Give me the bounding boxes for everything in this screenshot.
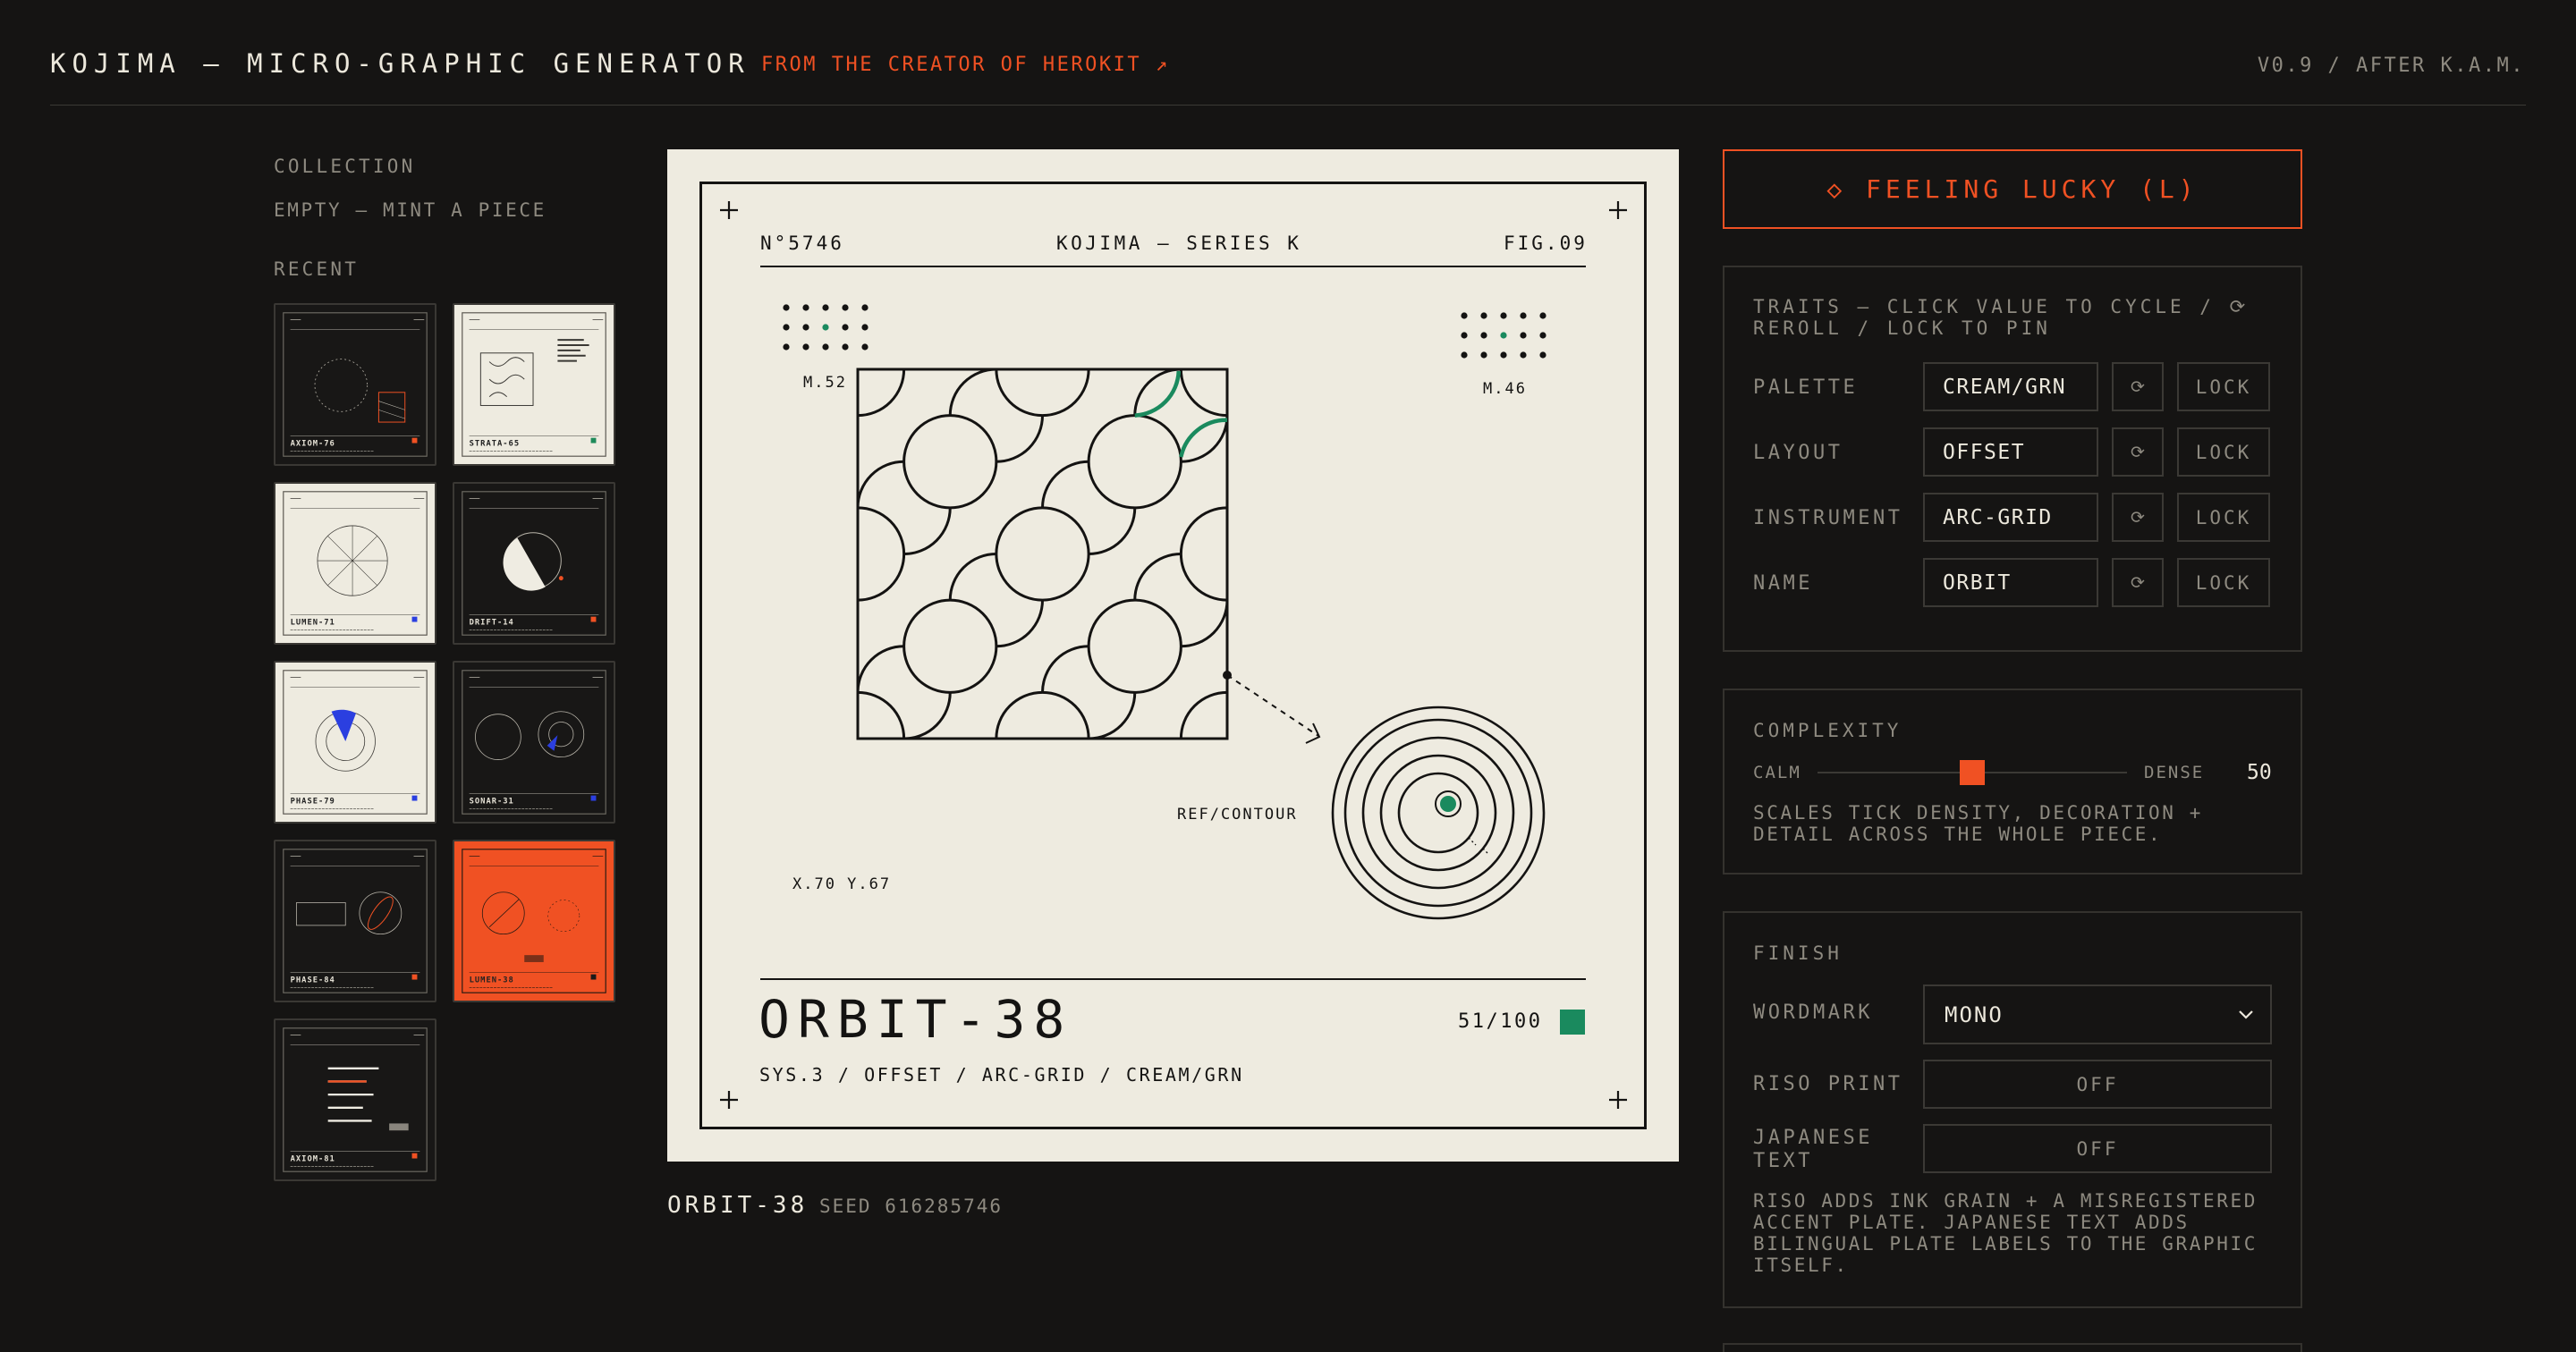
reroll-button-instrument[interactable]: ⟳ [2112,493,2164,542]
reroll-icon: ⟳ [2131,376,2145,397]
japanese-label-line1: JAPANESE [1753,1127,1873,1149]
lock-button-palette[interactable]: LOCK [2177,362,2270,411]
trait-label-instrument: INSTRUMENT [1753,507,1903,529]
complexity-heading: COMPLEXITY [1753,720,1902,741]
poster-spec: SYS.3 / OFFSET / ARC-GRID / CREAM/GRN [759,1064,1244,1086]
lock-button-instrument[interactable]: LOCK [2177,493,2270,542]
trait-label-palette: PALETTE [1753,376,1859,399]
reroll-button-name[interactable]: ⟳ [2112,558,2164,607]
finish-heading: FINISH [1753,942,1843,964]
recent-thumb[interactable]: LUMEN-71 [274,482,436,645]
version-label: V0.9 / AFTER K.A.M. [2257,55,2525,77]
japanese-label: JAPANESE TEXT [1753,1127,1873,1173]
marker-left-label: M.52 [803,374,847,392]
feeling-lucky-button[interactable]: ◇ FEELING LUCKY (L) [1723,149,2302,229]
complexity-panel: COMPLEXITY CALM DENSE 50 SCALES TICK DEN… [1723,689,2302,875]
traits-heading: TRAITS — CLICK VALUE TO CYCLE / ⟳ REROLL… [1753,296,2250,339]
thumb-name: LUMEN-71 [291,618,335,627]
reroll-icon: ⟳ [2131,507,2145,528]
wordmark-label: WORDMARK [1753,1001,1873,1024]
reroll-button-palette[interactable]: ⟳ [2112,362,2164,411]
recent-heading: RECENT [274,258,360,280]
trait-label-layout: LAYOUT [1753,442,1843,464]
thumb-name: AXIOM-81 [291,1154,335,1163]
caption-seed: SEED 616285746 [819,1196,1004,1217]
complexity-value: 50 [2247,761,2272,784]
thumb-artwork: STRATA-65 [462,312,606,457]
lock-button-layout[interactable]: LOCK [2177,427,2270,477]
thumb-name: AXIOM-76 [291,439,335,448]
thumb-name: DRIFT-14 [470,618,514,627]
ref-contour-label: REF/CONTOUR [1177,806,1298,824]
creator-link[interactable]: FROM THE CREATOR OF HEROKIT ↗ [761,54,1170,76]
app-title: KOJIMA — MICRO-GRAPHIC GENERATOR [50,48,750,79]
reroll-button-layout[interactable]: ⟳ [2112,427,2164,477]
thumb-name: PHASE-79 [291,797,335,806]
wordmark-select[interactable]: MONO [1923,984,2272,1044]
reroll-icon: ⟳ [2131,572,2145,593]
recent-thumb[interactable]: PHASE-79 [274,661,436,824]
header-divider [50,105,2526,106]
trait-value-palette[interactable]: CREAM/GRN [1923,362,2098,411]
poster-canvas: N°5746 KOJIMA — SERIES K FIG.09 M.52 M.4… [667,149,1679,1162]
japanese-toggle[interactable]: OFF [1923,1124,2272,1173]
thumb-artwork: AXIOM-76 [283,312,428,457]
chevron-down-icon [2239,1010,2253,1019]
thumb-name: LUMEN-38 [470,976,514,984]
traits-panel: TRAITS — CLICK VALUE TO CYCLE / ⟳ REROLL… [1723,266,2302,652]
trait-value-instrument[interactable]: ARC-GRID [1923,493,2098,542]
recent-thumb[interactable]: STRATA-65 [453,303,615,466]
trait-value-name[interactable]: ORBIT [1923,558,2098,607]
recent-thumb[interactable]: SONAR-31 [453,661,615,824]
riso-toggle[interactable]: OFF [1923,1060,2272,1109]
coords-label: X.70 Y.67 [792,875,892,893]
japanese-label-line2: TEXT [1753,1150,1813,1172]
reroll-icon: ⟳ [2131,442,2145,462]
trait-label-name: NAME [1753,572,1813,595]
collection-empty-text: EMPTY — MINT A PIECE [274,199,547,221]
thumb-artwork: PHASE-84 [283,849,428,993]
thumb-name: SONAR-31 [470,797,514,806]
recent-thumb[interactable]: DRIFT-14 [453,482,615,645]
slider-max-label: DENSE [2144,763,2205,782]
complexity-note: SCALES TICK DENSITY, DECORATION + DETAIL… [1753,802,2204,845]
recent-thumb[interactable]: AXIOM-76 [274,303,436,466]
caption-title: ORBIT-38 [667,1192,809,1219]
recent-thumb[interactable]: PHASE-84 [274,840,436,1002]
recent-thumb[interactable]: LUMEN-38 [453,840,615,1002]
collection-heading: COLLECTION [274,156,416,177]
poster-title: ORBIT-38 [758,989,1073,1050]
next-panel-edge [1723,1343,2302,1352]
complexity-slider[interactable] [1818,759,2127,786]
thumb-artwork: PHASE-79 [283,670,428,815]
poster-number: N°5746 [760,232,844,254]
thumb-artwork: LUMEN-38 [462,849,606,993]
slider-thumb[interactable] [1960,760,1985,785]
recent-thumb[interactable]: AXIOM-81 [274,1018,436,1181]
thumb-artwork: LUMEN-71 [283,491,428,636]
edition-count: 51/100 [1458,1010,1543,1033]
thumb-artwork: DRIFT-14 [462,491,606,636]
trait-value-layout[interactable]: OFFSET [1923,427,2098,477]
thumb-artwork: AXIOM-81 [283,1027,428,1172]
thumb-name: PHASE-84 [291,976,335,984]
poster-figure: FIG.09 [1504,232,1588,254]
finish-note: RISO ADDS INK GRAIN + A MISREGISTERED AC… [1753,1190,2258,1276]
wordmark-value: MONO [1945,1001,2004,1027]
poster-series: KOJIMA — SERIES K [1056,232,1302,254]
thumb-name: STRATA-65 [470,439,520,448]
app-header: KOJIMA — MICRO-GRAPHIC GENERATOR FROM TH… [0,0,2576,107]
finish-panel: FINISH WORDMARK MONO RISO PRINT OFF JAPA… [1723,911,2302,1308]
lock-button-name[interactable]: LOCK [2177,558,2270,607]
thumb-artwork: SONAR-31 [462,670,606,815]
marker-right-label: M.46 [1483,380,1527,398]
slider-min-label: CALM [1753,763,1801,782]
riso-label: RISO PRINT [1753,1073,1903,1095]
